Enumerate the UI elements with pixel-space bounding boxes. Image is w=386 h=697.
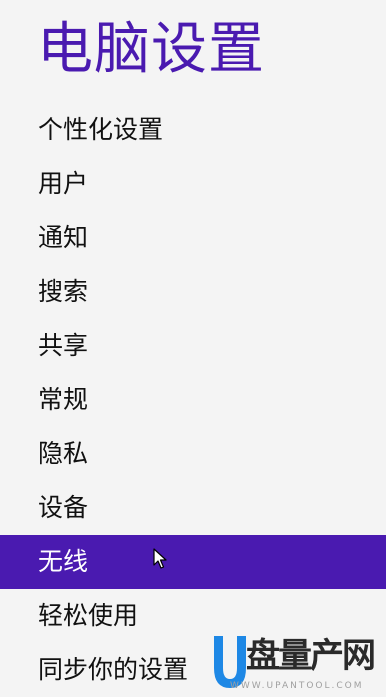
nav-item-label: 用户 (38, 169, 89, 198)
nav-item-label: 设备 (38, 493, 89, 522)
nav-item-label: 隐私 (38, 439, 89, 468)
nav-item-devices[interactable]: 设备 (0, 481, 386, 535)
nav-item-label: 同步你的设置 (38, 655, 189, 684)
nav-item-share[interactable]: 共享 (0, 319, 386, 373)
nav-item-label: 常规 (38, 385, 89, 414)
nav-item-privacy[interactable]: 隐私 (0, 427, 386, 481)
nav-item-label: 轻松使用 (38, 601, 139, 630)
nav-item-search[interactable]: 搜索 (0, 265, 386, 319)
pc-settings-pane: 电脑设置 个性化设置 用户 通知 搜索 共享 常规 隐私 设备 无线 轻松使用 … (0, 0, 386, 697)
nav-item-label: 搜索 (38, 277, 89, 306)
nav-item-label: 无线 (38, 547, 89, 576)
watermark-title: 盘量产网 (246, 636, 376, 676)
mouse-pointer-icon (153, 548, 167, 569)
nav-item-label: 共享 (38, 331, 89, 360)
nav-item-users[interactable]: 用户 (0, 157, 386, 211)
site-watermark: 盘量产网 WWW.UPANTOOL.COM (210, 632, 382, 694)
nav-item-general[interactable]: 常规 (0, 373, 386, 427)
watermark-url: WWW.UPANTOOL.COM (230, 681, 364, 691)
nav-item-personalize[interactable]: 个性化设置 (0, 103, 386, 157)
nav-item-wireless[interactable]: 无线 (0, 535, 386, 589)
page-title: 电脑设置 (37, 17, 265, 82)
nav-item-label: 通知 (38, 223, 89, 252)
nav-item-notifications[interactable]: 通知 (0, 211, 386, 265)
settings-nav-list: 个性化设置 用户 通知 搜索 共享 常规 隐私 设备 无线 轻松使用 同步你的设… (0, 103, 386, 697)
nav-item-label: 个性化设置 (38, 115, 164, 144)
